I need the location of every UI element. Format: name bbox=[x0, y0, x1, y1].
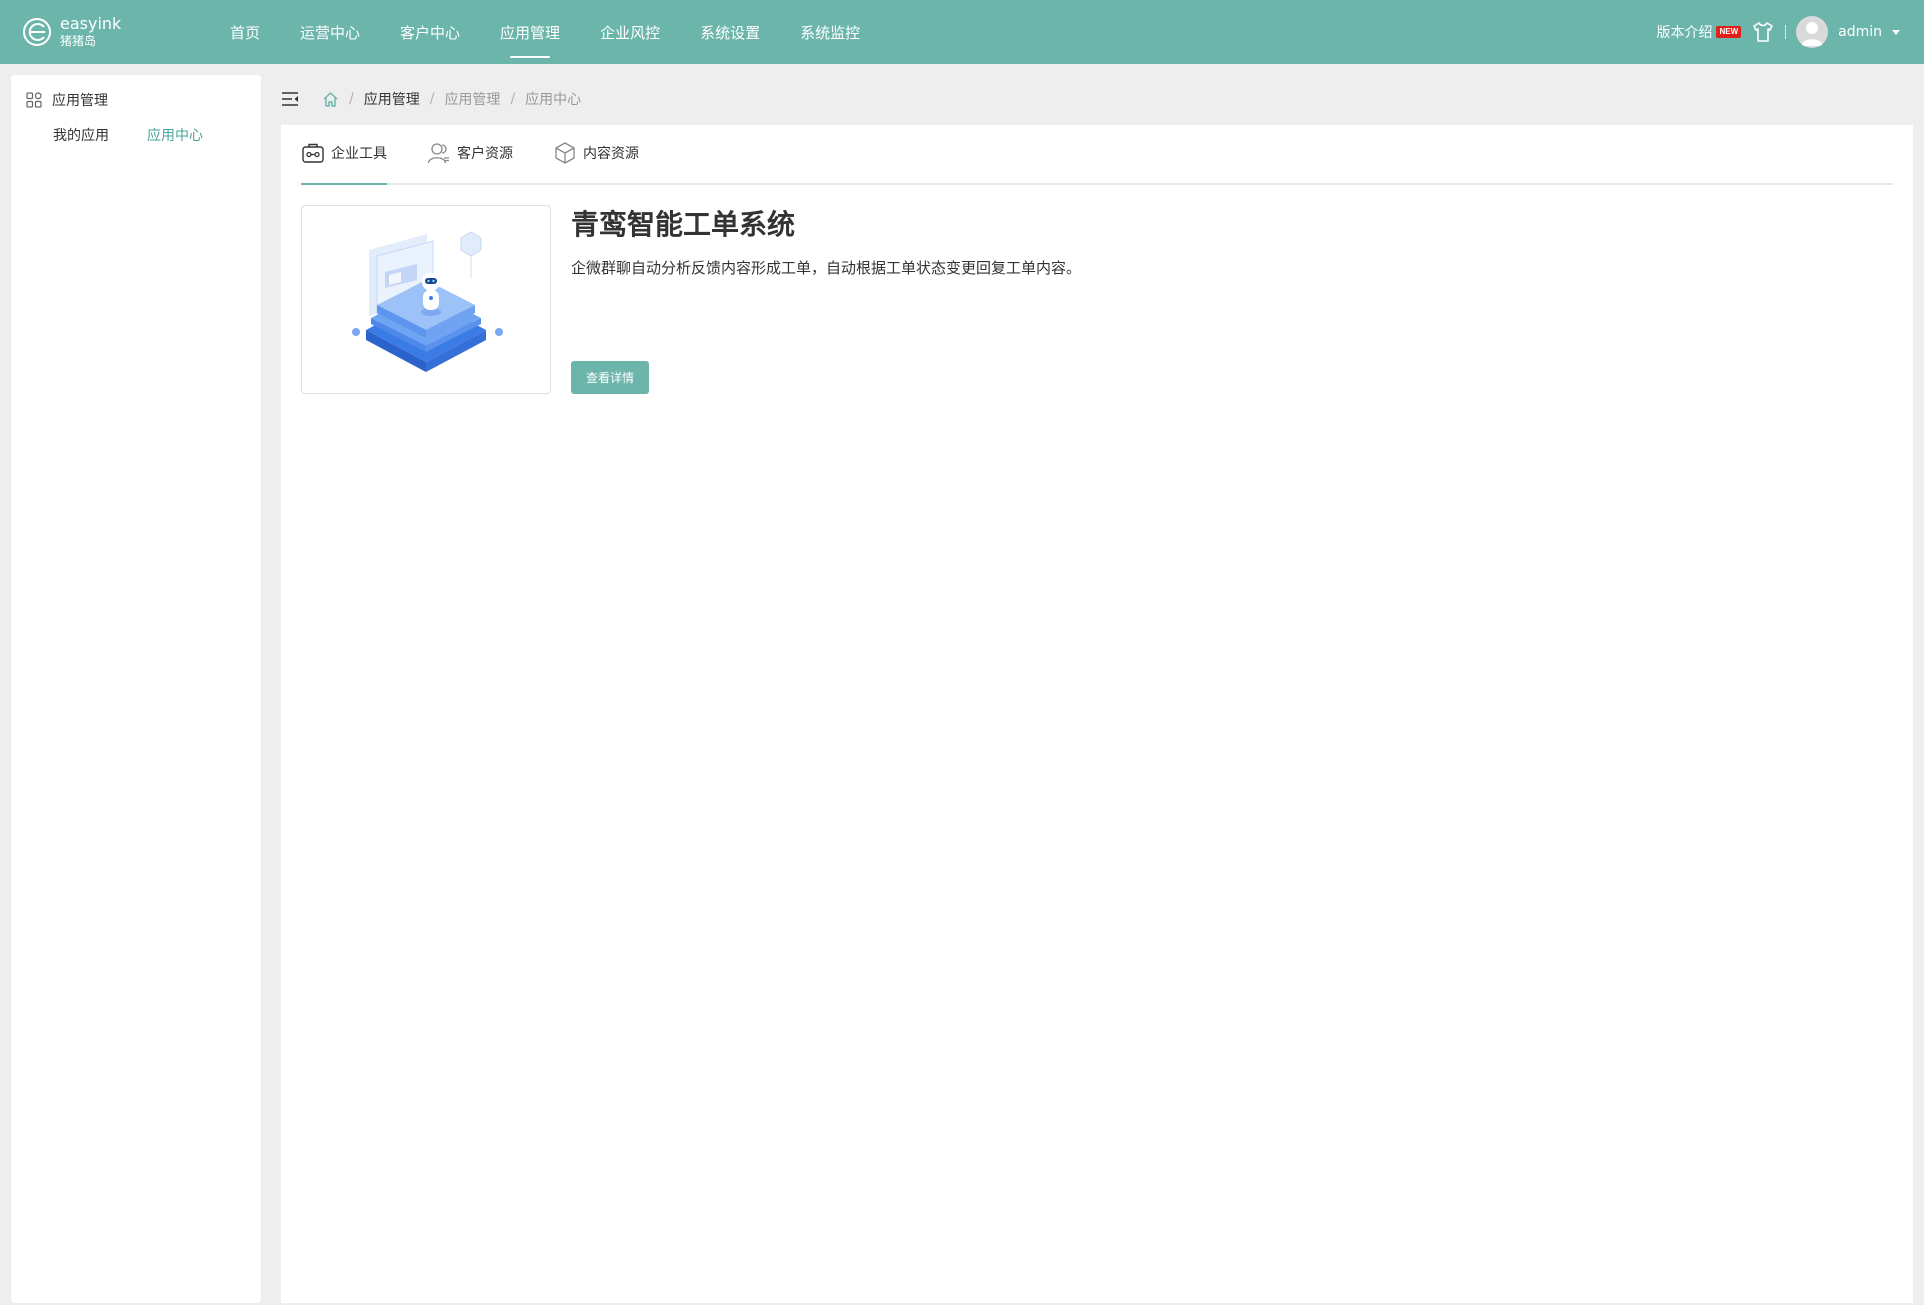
header-actions: 版本介绍 NEW admin bbox=[1656, 0, 1900, 64]
tab-label: 企业工具 bbox=[331, 146, 387, 162]
nav-system-settings[interactable]: 系统设置 bbox=[700, 0, 760, 64]
nav-home[interactable]: 首页 bbox=[230, 0, 260, 64]
sidebar: 应用管理 我的应用 应用中心 bbox=[11, 75, 261, 1303]
tab-label: 客户资源 bbox=[457, 146, 513, 162]
username[interactable]: admin bbox=[1838, 24, 1882, 40]
nav-system-monitor[interactable]: 系统监控 bbox=[800, 0, 860, 64]
header-divider bbox=[1785, 25, 1787, 39]
sidebar-item-app-center[interactable]: 应用中心 bbox=[147, 125, 203, 145]
customers-icon bbox=[427, 143, 449, 164]
logo-icon bbox=[23, 18, 51, 46]
tab-label: 内容资源 bbox=[583, 146, 639, 162]
version-label: 版本介绍 bbox=[1656, 25, 1713, 41]
brand-subtitle: 猪猪岛 bbox=[60, 34, 97, 49]
main-content: 企业工具 客户资源 内容资源 青鸾智能工单系统 企微群聊自动分析反馈内容形成工单… bbox=[281, 125, 1913, 1303]
app-info: 青鸾智能工单系统 企微群聊自动分析反馈内容形成工单，自动根据工单状态变更回复工单… bbox=[571, 205, 1471, 394]
nav-app-management[interactable]: 应用管理 bbox=[500, 0, 560, 64]
resource-tabs: 企业工具 客户资源 内容资源 bbox=[301, 125, 1893, 185]
user-menu-caret-icon[interactable] bbox=[1892, 29, 1900, 35]
user-avatar-icon bbox=[1801, 22, 1824, 46]
breadcrumb-item[interactable]: 应用管理 bbox=[364, 89, 420, 109]
nav-risk-control[interactable]: 企业风控 bbox=[600, 0, 660, 64]
sidebar-item-my-apps[interactable]: 我的应用 bbox=[53, 125, 109, 145]
top-header: easyink 猪猪岛 首页 运营中心 客户中心 应用管理 企业风控 系统设置 … bbox=[0, 0, 1924, 64]
breadcrumb-item-current: 应用中心 bbox=[525, 92, 582, 108]
breadcrumb-item: 应用管理 bbox=[444, 92, 501, 108]
app-card: 青鸾智能工单系统 企微群聊自动分析反馈内容形成工单，自动根据工单状态变更回复工单… bbox=[301, 205, 1471, 394]
brand-name: easyink bbox=[60, 13, 122, 33]
box-icon bbox=[555, 142, 575, 164]
view-details-button[interactable]: 查看详情 bbox=[571, 361, 650, 394]
breadcrumb-separator: / bbox=[349, 91, 354, 107]
tab-enterprise-tools[interactable]: 企业工具 bbox=[301, 123, 387, 185]
toolbox-icon bbox=[302, 143, 324, 163]
breadcrumb-separator: / bbox=[429, 91, 435, 107]
home-icon[interactable] bbox=[322, 91, 339, 108]
sidebar-group-app-management[interactable]: 应用管理 bbox=[11, 75, 261, 125]
theme-shirt-icon[interactable] bbox=[1751, 20, 1775, 44]
app-title: 青鸾智能工单系统 bbox=[571, 208, 796, 241]
tab-customer-resources[interactable]: 客户资源 bbox=[427, 123, 513, 183]
tab-content-resources[interactable]: 内容资源 bbox=[553, 123, 639, 183]
app-illustration-icon bbox=[352, 230, 503, 372]
sidebar-group-label: 应用管理 bbox=[52, 93, 108, 109]
main-nav: 首页 运营中心 客户中心 应用管理 企业风控 系统设置 系统监控 bbox=[230, 0, 900, 64]
nav-customers[interactable]: 客户中心 bbox=[400, 0, 460, 64]
collapse-menu-icon[interactable] bbox=[281, 90, 299, 108]
sidebar-subitems: 我的应用 应用中心 bbox=[11, 125, 261, 145]
breadcrumb: / 应用管理 / 应用管理 / 应用中心 bbox=[281, 84, 581, 114]
breadcrumb-separator: / bbox=[510, 91, 516, 107]
avatar[interactable] bbox=[1796, 16, 1829, 48]
nav-operations[interactable]: 运营中心 bbox=[300, 0, 360, 64]
new-badge: NEW bbox=[1716, 26, 1742, 38]
app-description: 企微群聊自动分析反馈内容形成工单，自动根据工单状态变更回复工单内容。 bbox=[571, 259, 1082, 277]
grid-apps-icon bbox=[26, 92, 42, 108]
logo[interactable]: easyink 猪猪岛 bbox=[22, 13, 230, 49]
version-intro-link[interactable]: 版本介绍 NEW bbox=[1656, 22, 1742, 42]
app-thumbnail[interactable] bbox=[301, 205, 551, 394]
